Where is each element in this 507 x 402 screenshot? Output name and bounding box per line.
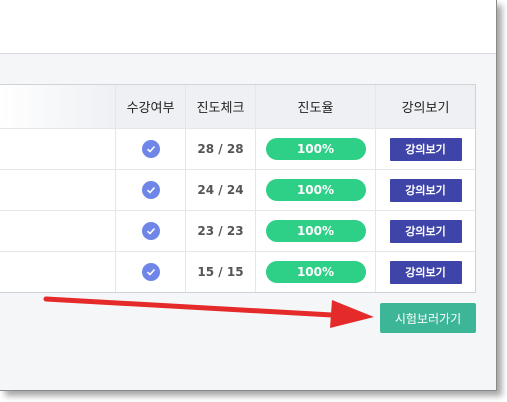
top-bar xyxy=(0,0,496,54)
header-enrolled: 수강여부 xyxy=(115,85,185,128)
view-cell: 강의보기 xyxy=(375,252,475,292)
progress-count: 28 / 28 xyxy=(197,142,244,156)
table-header-row: 수강여부 진도체크 진도율 강의보기 xyxy=(0,85,475,129)
enrolled-cell xyxy=(115,170,185,210)
course-title-cell xyxy=(0,129,115,169)
header-title xyxy=(0,85,115,128)
course-title-cell xyxy=(0,252,115,292)
progress-bar: 100% xyxy=(265,179,366,201)
course-title-cell xyxy=(0,211,115,251)
table-row: 15 / 15 100% 강의보기 xyxy=(0,252,475,292)
course-title-cell xyxy=(0,170,115,210)
progress-check-cell: 24 / 24 xyxy=(185,170,255,210)
view-lecture-button[interactable]: 강의보기 xyxy=(389,178,462,202)
view-cell: 강의보기 xyxy=(375,170,475,210)
progress-rate-cell: 100% xyxy=(255,211,375,251)
view-cell: 강의보기 xyxy=(375,211,475,251)
check-circle-icon xyxy=(141,263,160,281)
progress-count: 15 / 15 xyxy=(197,265,244,279)
progress-bar: 100% xyxy=(265,138,366,160)
header-progress-check: 진도체크 xyxy=(185,85,255,128)
window-frame: 수강여부 진도체크 진도율 강의보기 28 / 28 100% 강의보기 24 … xyxy=(0,0,497,391)
enrolled-cell xyxy=(115,129,185,169)
check-circle-icon xyxy=(141,140,160,158)
table-row: 28 / 28 100% 강의보기 xyxy=(0,129,475,170)
progress-rate-cell: 100% xyxy=(255,170,375,210)
progress-rate-cell: 100% xyxy=(255,129,375,169)
progress-rate-cell: 100% xyxy=(255,252,375,292)
progress-check-cell: 15 / 15 xyxy=(185,252,255,292)
progress-count: 24 / 24 xyxy=(197,183,244,197)
progress-bar: 100% xyxy=(265,261,366,283)
header-view-lecture: 강의보기 xyxy=(375,85,475,128)
progress-bar: 100% xyxy=(265,220,366,242)
table-row: 24 / 24 100% 강의보기 xyxy=(0,170,475,211)
progress-check-cell: 28 / 28 xyxy=(185,129,255,169)
view-lecture-button[interactable]: 강의보기 xyxy=(389,137,462,161)
enrolled-cell xyxy=(115,252,185,292)
check-circle-icon xyxy=(141,181,160,199)
red-arrow-icon xyxy=(43,296,374,328)
view-cell: 강의보기 xyxy=(375,129,475,169)
progress-count: 23 / 23 xyxy=(197,224,244,238)
course-progress-table: 수강여부 진도체크 진도율 강의보기 28 / 28 100% 강의보기 24 … xyxy=(0,84,476,293)
view-lecture-button[interactable]: 강의보기 xyxy=(389,219,462,243)
take-exam-button[interactable]: 시험보러가기 xyxy=(380,303,476,333)
check-circle-icon xyxy=(141,222,160,240)
header-progress-rate: 진도율 xyxy=(255,85,375,128)
enrolled-cell xyxy=(115,211,185,251)
progress-check-cell: 23 / 23 xyxy=(185,211,255,251)
view-lecture-button[interactable]: 강의보기 xyxy=(389,260,462,284)
table-row: 23 / 23 100% 강의보기 xyxy=(0,211,475,252)
